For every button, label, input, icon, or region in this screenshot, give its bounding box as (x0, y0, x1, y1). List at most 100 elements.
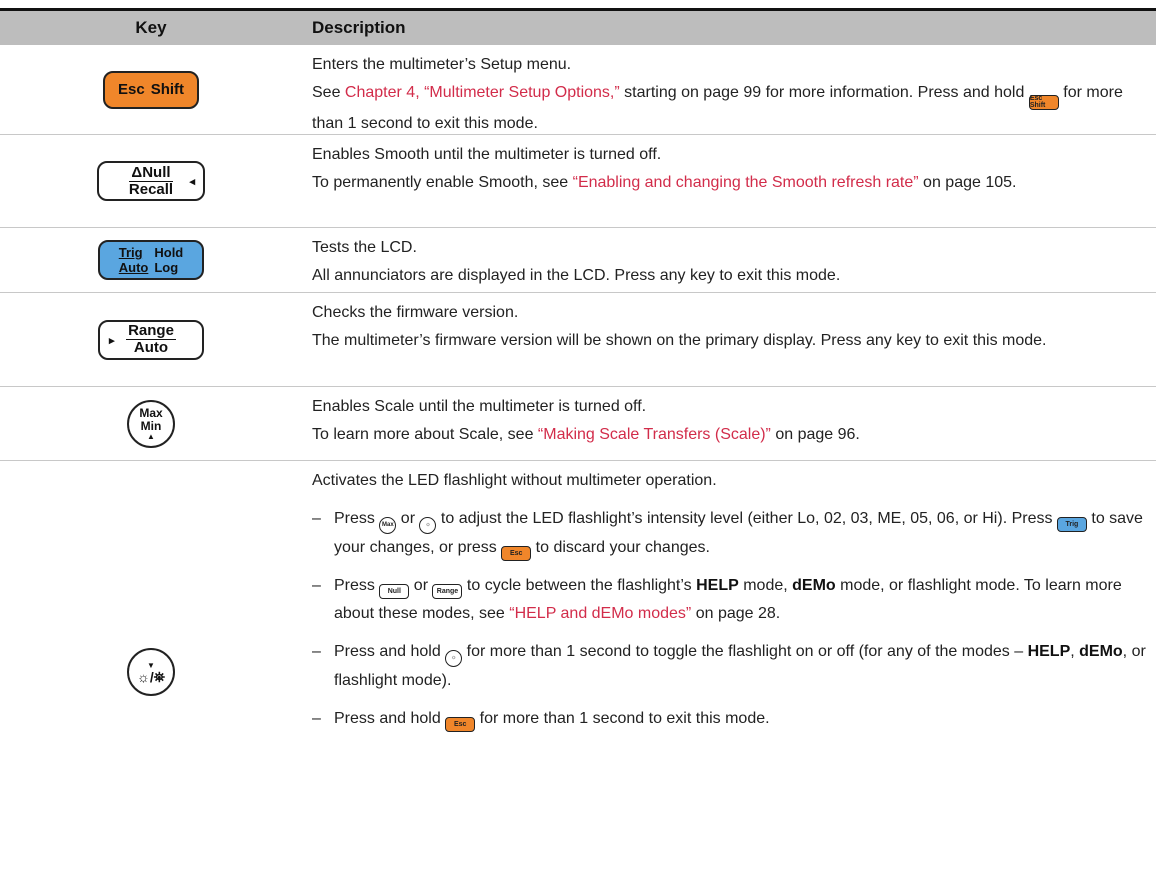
text: Press and hold (334, 710, 446, 727)
key-label: ΔNull (129, 163, 173, 182)
text: for more than 1 second to exit this mode… (475, 710, 770, 727)
table-row: Esc Shift Enters the multimeter’s Setup … (0, 45, 1156, 135)
key-label: Recall (128, 180, 174, 198)
description-line: Tests the LCD. (312, 239, 417, 256)
bullet-item: – Press and hold ☼ for more than 1 second… (312, 638, 1148, 695)
key-label: Range (126, 322, 176, 340)
key-label: Min (140, 418, 162, 433)
text: for more than 1 second to toggle the fla… (462, 643, 1028, 660)
bullet-item: – Press Max or ☼ to adjust the LED flashl… (312, 505, 1148, 562)
description-line: Checks the firmware version. (312, 304, 519, 321)
max-min-key: Max Min ▲ (127, 399, 175, 448)
range-auto-key: ▸ Range Auto (98, 319, 204, 360)
text: Press (334, 510, 380, 527)
text: See (312, 84, 345, 101)
description-cell: Enters the multimeter’s Setup menu. See … (312, 51, 1148, 138)
key-label-stack: Range Auto (126, 323, 176, 356)
smooth-link[interactable]: “Enabling and changing the Smooth refres… (573, 174, 919, 191)
text: , (1070, 643, 1080, 660)
esc-shift-key-icon: Esc Shift (1028, 94, 1059, 110)
up-arrow-icon: ▲ (147, 431, 155, 441)
esc-shift-key-icon: Esc (445, 717, 476, 732)
text: on page 105. (918, 174, 1017, 191)
key-label: Hold (154, 245, 184, 260)
key-label: Trig (118, 245, 143, 260)
key-label-stack: ΔNull Recall (128, 163, 174, 198)
demo-mode-label: dEMo (792, 577, 836, 594)
flashlight-icon: ☼/⛯ (137, 668, 165, 685)
key-label: Auto (133, 339, 169, 356)
trig-hold-key: Trig Hold Auto Log (98, 240, 204, 280)
bullet-item: – Press and hold Esc for more than 1 seco… (312, 705, 1148, 733)
text: to cycle between the flashlight’s (462, 577, 697, 594)
description-line: Enters the multimeter’s Setup menu. (312, 56, 572, 73)
description-cell: Enables Scale until the multimeter is tu… (312, 393, 1148, 449)
esc-shift-key: Esc Shift (103, 70, 199, 109)
description-cell: Checks the firmware version. The multime… (312, 299, 1148, 355)
key-label: Esc (117, 81, 145, 98)
text: To permanently enable Smooth, see (312, 174, 573, 191)
left-arrow-icon: ◂ (189, 176, 195, 188)
description-line: To learn more about Scale, see “Making S… (312, 421, 1148, 449)
key-label: Max (139, 405, 163, 420)
description-line: All annunciators are displayed in the LC… (312, 267, 841, 284)
text: to discard your changes. (531, 539, 710, 556)
text: to adjust the LED flashlight’s intensity… (436, 510, 1057, 527)
help-mode-label: HELP (696, 577, 739, 594)
key-cell: ▸ Range Auto (0, 293, 302, 386)
description-line: To permanently enable Smooth, see “Enabl… (312, 169, 1148, 197)
bullet-item: – Press Null or Range to cycle between th… (312, 572, 1148, 628)
table-row: Max Min ▲ Enables Scale until the multim… (0, 387, 1156, 461)
text: Press and hold (334, 643, 446, 660)
header-description: Description (312, 18, 406, 37)
text: or (396, 510, 420, 527)
trig-hold-key-icon: Trig (1056, 517, 1087, 532)
range-auto-key-icon: Range (432, 584, 463, 599)
description-cell: Tests the LCD. All annunciators are disp… (312, 234, 1148, 290)
text: To learn more about Scale, see (312, 426, 538, 443)
description-line: Enables Scale until the multimeter is tu… (312, 398, 647, 415)
esc-shift-key-icon: Esc (501, 546, 532, 561)
text: on page 96. (770, 426, 860, 443)
scale-link[interactable]: “Making Scale Transfers (Scale)” (538, 426, 771, 443)
description-line: Activates the LED flashlight without mul… (312, 472, 717, 489)
document-page: Key Description Esc Shift Enters the mul… (0, 0, 1156, 884)
text: Press (334, 577, 380, 594)
description-cell: Enables Smooth until the multimeter is t… (312, 141, 1148, 197)
key-cell: Trig Hold Auto Log (0, 228, 302, 292)
bullet-dash: – (312, 643, 321, 660)
max-min-key-icon: Max (379, 517, 397, 534)
key-cell: Max Min ▲ (0, 387, 302, 460)
null-recall-key-icon: Null (379, 584, 410, 599)
flashlight-key: ▼ ☼/⛯ (127, 648, 175, 696)
chapter-link[interactable]: Chapter 4, “Multimeter Setup Options,” (345, 84, 620, 101)
header-key: Key (135, 18, 167, 37)
bullet-dash: – (312, 577, 321, 594)
help-mode-label: HELP (1027, 643, 1071, 660)
key-label: Shift (150, 81, 185, 98)
table-row: ΔNull Recall ◂ Enables Smooth until the … (0, 135, 1156, 228)
table-row: ▸ Range Auto Checks the firmware version… (0, 293, 1156, 387)
help-demo-link[interactable]: “HELP and dEMo modes” (509, 605, 691, 622)
text: starting on page 99 for more information… (619, 84, 1029, 101)
null-recall-key: ΔNull Recall ◂ (97, 161, 205, 201)
text: mode, (738, 577, 793, 594)
bullet-dash: – (312, 510, 321, 527)
key-cell: ▼ ☼/⛯ (0, 461, 302, 883)
text: on page 28. (691, 605, 781, 622)
key-label-grid: Trig Hold Auto Log (119, 245, 184, 275)
description-line: See Chapter 4, “Multimeter Setup Options… (312, 79, 1148, 138)
key-cell: ΔNull Recall ◂ (0, 135, 302, 227)
flashlight-key-icon: ☼ (445, 650, 463, 667)
key-label: Auto (118, 260, 149, 275)
description-cell: Activates the LED flashlight without mul… (312, 467, 1148, 733)
key-label: Log (154, 260, 179, 275)
text: or (409, 577, 433, 594)
key-description-table: Key Description Esc Shift Enters the mul… (0, 8, 1156, 732)
description-line: Enables Smooth until the multimeter is t… (312, 146, 662, 163)
right-arrow-icon: ▸ (109, 334, 115, 347)
key-cell: Esc Shift (0, 45, 302, 134)
table-row: ▼ ☼/⛯ Activates the LED flashlight witho… (0, 461, 1156, 883)
demo-mode-label: dEMo (1079, 643, 1123, 660)
table-header: Key Description (0, 8, 1156, 45)
